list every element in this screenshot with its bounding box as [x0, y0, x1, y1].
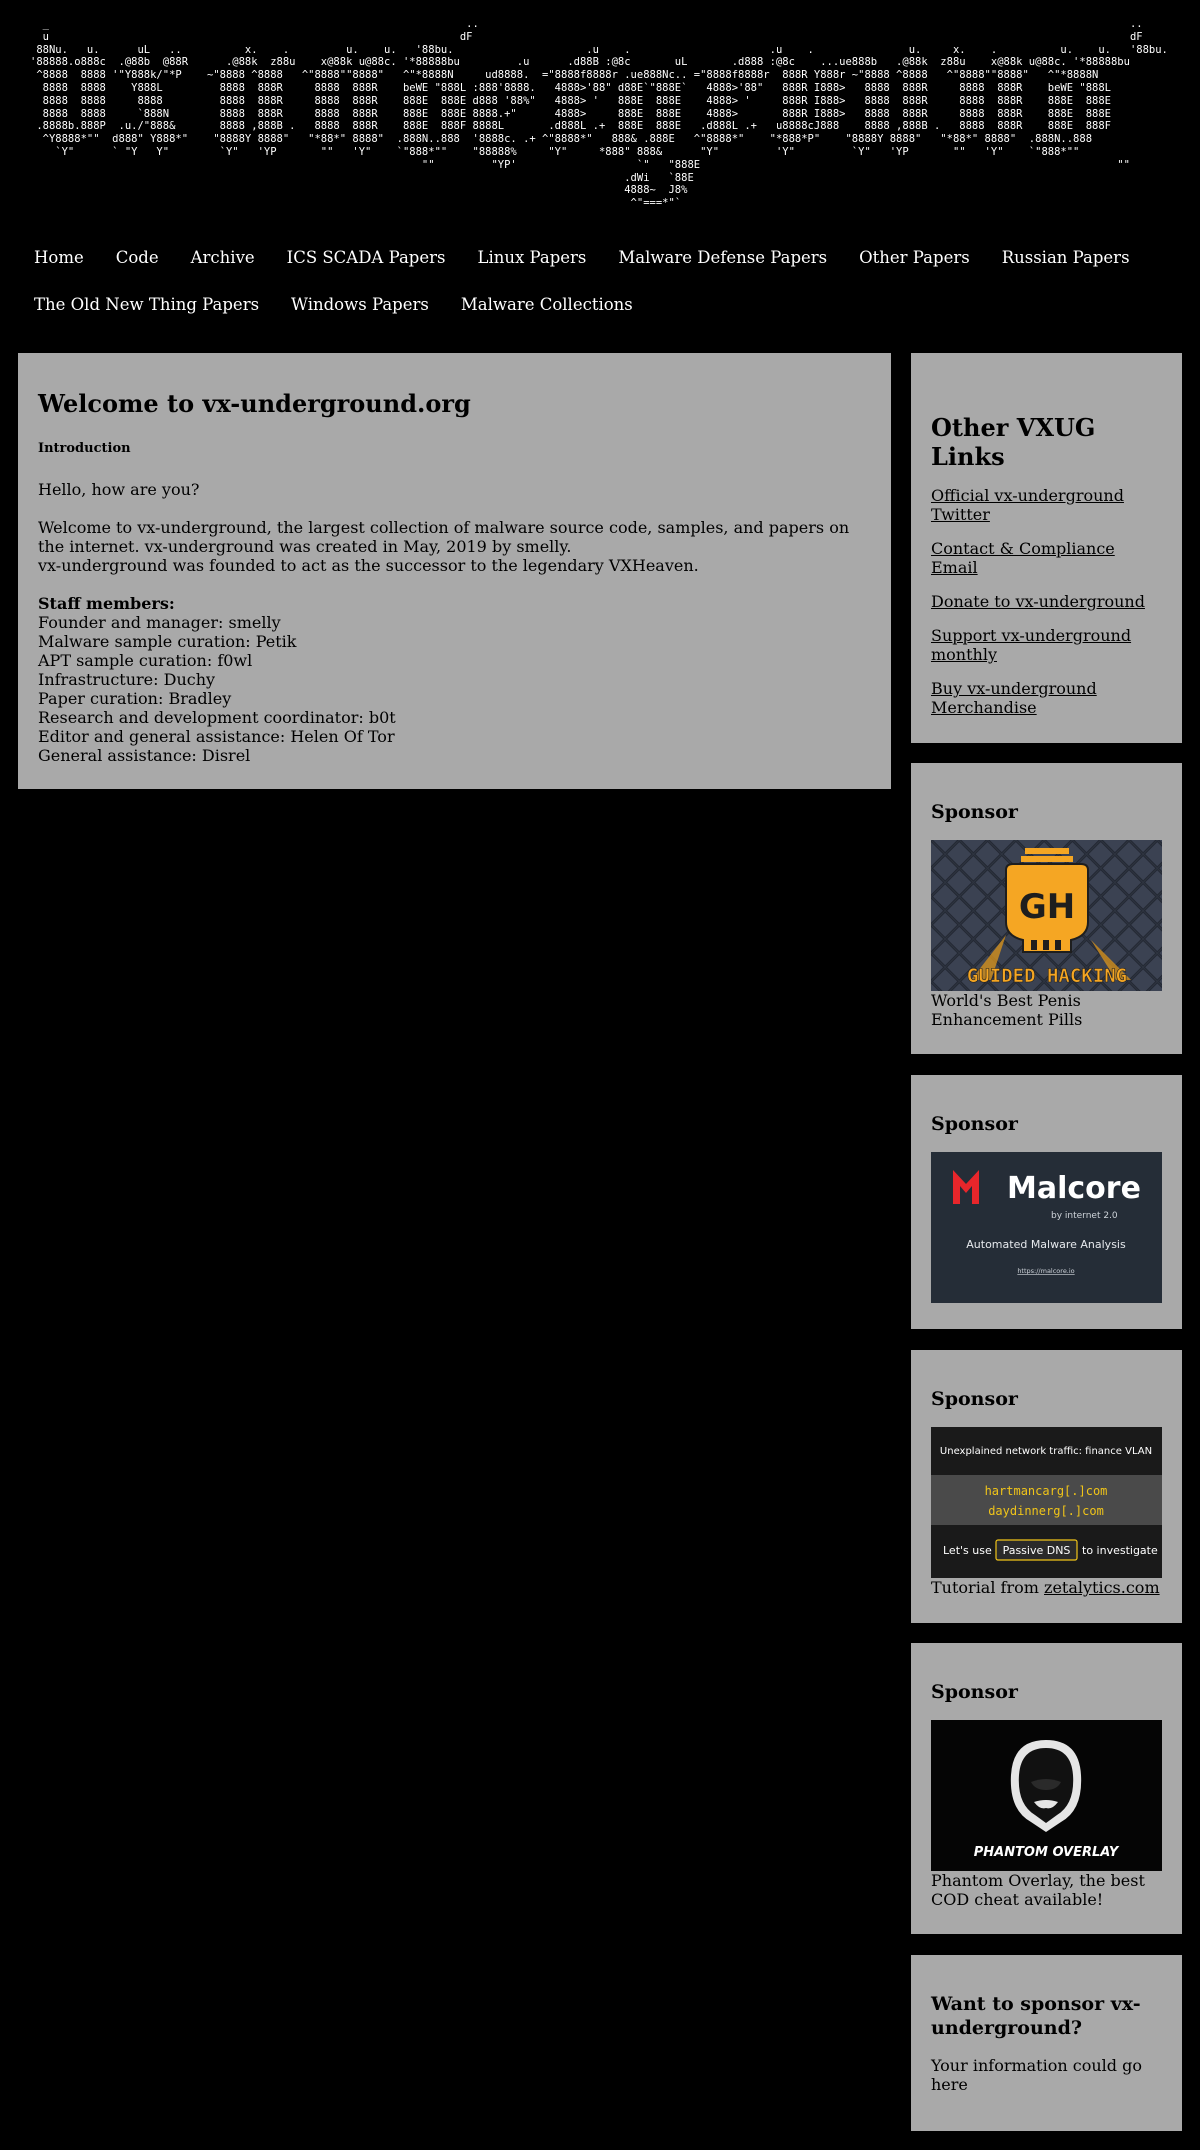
greeting-text: Hello, how are you? — [38, 480, 200, 499]
svg-text:to investigate: to investigate — [1082, 1544, 1158, 1557]
merchandise-link[interactable]: Buy vx-underground Merchandise — [931, 679, 1162, 717]
svg-text:daydinnerg[.]com: daydinnerg[.]com — [988, 1504, 1104, 1518]
sponsor-heading: Sponsor — [931, 1388, 1018, 1410]
staff-title: Staff members: — [38, 594, 175, 613]
passive-dns-ad-icon: Unexplained network traffic: finance VLA… — [931, 1427, 1162, 1578]
contact-email-link[interactable]: Contact & Compliance Email — [931, 539, 1162, 577]
svg-text:GUIDED HACKING: GUIDED HACKING — [967, 965, 1127, 987]
ascii-art-banner: _ .. .. u dF dF 88Nu. u. uL .. x. . u. u… — [30, 18, 1168, 210]
guided-hacking-caption: World's Best Penis Enhancement Pills — [931, 991, 1083, 1029]
nav-windows-papers[interactable]: Windows Papers — [275, 291, 445, 319]
phantom-overlay-ad[interactable]: PHANTOM OVERLAY — [931, 1720, 1162, 1871]
staff-member: Founder and manager: smelly — [38, 613, 281, 632]
nav-linux-papers[interactable]: Linux Papers — [461, 244, 602, 272]
intro-heading: Introduction — [38, 441, 131, 456]
nav-row-2: The Old New Thing Papers Windows Papers … — [16, 291, 1186, 319]
svg-text:https://malcore.io: https://malcore.io — [1017, 1267, 1074, 1275]
other-links-box: Other VXUG Links Official vx-underground… — [911, 353, 1182, 743]
other-links-title: Other VXUG Links — [931, 413, 1096, 471]
svg-text:by internet 2.0: by internet 2.0 — [1051, 1211, 1118, 1221]
nav-old-new-thing-papers[interactable]: The Old New Thing Papers — [16, 291, 275, 319]
nav-row-1: Home Code Archive ICS SCADA Papers Linux… — [16, 244, 1186, 272]
zetalytics-ad[interactable]: Unexplained network traffic: finance VLA… — [931, 1427, 1162, 1578]
staff-member: Infrastructure: Duchy — [38, 670, 216, 689]
phantom-overlay-logo-icon: PHANTOM OVERLAY — [931, 1720, 1162, 1871]
support-monthly-link[interactable]: Support vx-underground monthly — [931, 626, 1162, 664]
staff-list: Staff members: Founder and manager: smel… — [38, 594, 871, 765]
staff-member: Paper curation: Bradley — [38, 689, 232, 708]
welcome-text-1: Welcome to vx-underground, the largest c… — [38, 518, 850, 556]
malcore-logo-icon: Malcore by internet 2.0 Automated Malwar… — [931, 1152, 1162, 1303]
malcore-ad[interactable]: Malcore by internet 2.0 Automated Malwar… — [931, 1152, 1162, 1303]
nav-archive[interactable]: Archive — [175, 244, 271, 272]
svg-text:GH: GH — [1019, 887, 1075, 927]
svg-text:Automated Malware Analysis: Automated Malware Analysis — [966, 1238, 1126, 1251]
zetalytics-caption: Tutorial from zetalytics.com — [931, 1578, 1162, 1597]
phantom-overlay-caption: Phantom Overlay, the best COD cheat avai… — [931, 1871, 1145, 1909]
staff-member: Malware sample curation: Petik — [38, 632, 297, 651]
want-to-sponsor-box: Want to sponsor vx-underground? Your inf… — [911, 1955, 1182, 2131]
nav-ics-scada-papers[interactable]: ICS SCADA Papers — [271, 244, 462, 272]
staff-member: General assistance: Disrel — [38, 746, 251, 765]
sponsor-heading: Sponsor — [931, 1113, 1018, 1135]
nav-malware-collections[interactable]: Malware Collections — [445, 291, 649, 319]
svg-text:Passive DNS: Passive DNS — [1003, 1544, 1071, 1557]
guided-hacking-logo-icon: GH GUIDED HACKING — [931, 840, 1162, 991]
page: _ .. .. u dF dF 88Nu. u. uL .. x. . u. u… — [0, 0, 1200, 2150]
want-to-sponsor-title: Want to sponsor vx-underground? — [931, 1993, 1141, 2039]
welcome-block: Welcome to vx-underground, the largest c… — [38, 518, 871, 575]
sponsor-heading: Sponsor — [931, 1681, 1018, 1703]
sponsor-box-zetalytics: Sponsor Unexplained network traffic: fin… — [911, 1350, 1182, 1623]
donate-link[interactable]: Donate to vx-underground — [931, 592, 1162, 611]
nav-other-papers[interactable]: Other Papers — [843, 244, 986, 272]
page-title: Welcome to vx-underground.org — [38, 389, 471, 418]
welcome-text-2: vx-underground was founded to act as the… — [38, 556, 699, 575]
svg-text:Malcore: Malcore — [1007, 1171, 1141, 1206]
svg-text:hartmancarg[.]com: hartmancarg[.]com — [985, 1484, 1108, 1498]
zetalytics-link[interactable]: zetalytics.com — [1044, 1578, 1160, 1597]
sponsor-box-malcore: Sponsor Malcore by internet 2.0 Automate… — [911, 1075, 1182, 1329]
nav-home[interactable]: Home — [16, 244, 100, 272]
svg-text:PHANTOM OVERLAY: PHANTOM OVERLAY — [974, 1845, 1120, 1860]
main-content: Welcome to vx-underground.org Introducti… — [18, 353, 891, 789]
svg-text:Let's use: Let's use — [943, 1544, 992, 1557]
nav-code[interactable]: Code — [100, 244, 175, 272]
staff-member: APT sample curation: f0wl — [38, 651, 253, 670]
want-to-sponsor-text: Your information could go here — [931, 2056, 1142, 2094]
sponsor-box-guided-hacking: Sponsor GH GUIDED HACKING World's Best P… — [911, 763, 1182, 1054]
nav-russian-papers[interactable]: Russian Papers — [986, 244, 1146, 272]
twitter-link[interactable]: Official vx-underground Twitter — [931, 486, 1162, 524]
nav-malware-defense-papers[interactable]: Malware Defense Papers — [602, 244, 843, 272]
main-nav: Home Code Archive ICS SCADA Papers Linux… — [16, 244, 1186, 319]
sponsor-heading: Sponsor — [931, 801, 1018, 823]
guided-hacking-ad[interactable]: GH GUIDED HACKING — [931, 840, 1162, 991]
staff-member: Editor and general assistance: Helen Of … — [38, 727, 395, 746]
svg-text:Unexplained network traffic: f: Unexplained network traffic: finance VLA… — [940, 1446, 1152, 1457]
sponsor-box-phantom-overlay: Sponsor PHANTOM OVERLAY Phantom Overlay,… — [911, 1643, 1182, 1934]
staff-member: Research and development coordinator: b0… — [38, 708, 396, 727]
zetalytics-caption-prefix: Tutorial from — [931, 1578, 1045, 1597]
